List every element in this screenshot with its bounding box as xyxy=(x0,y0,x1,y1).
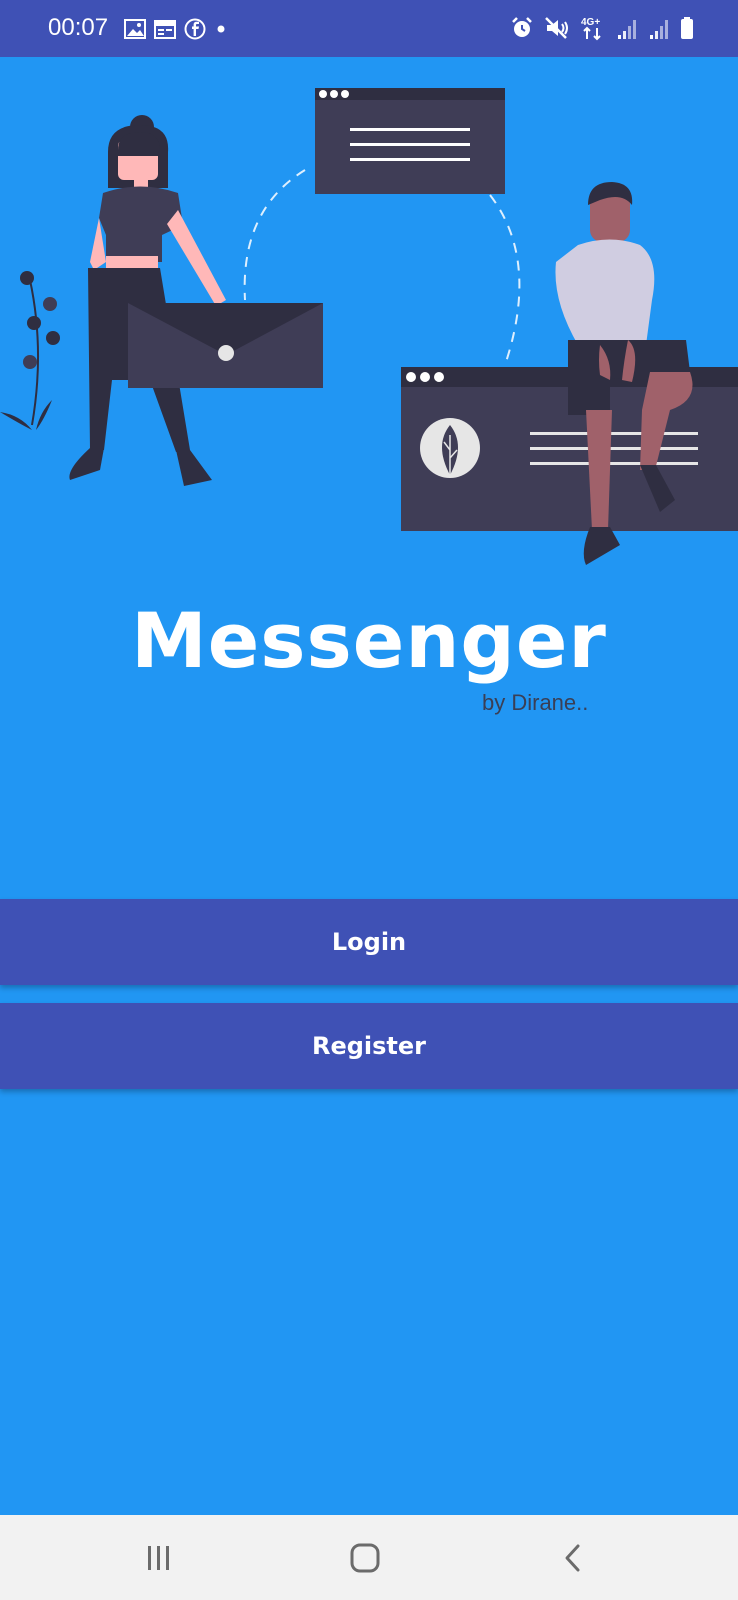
mute-icon xyxy=(545,17,568,39)
network-label: 4G+ xyxy=(581,17,600,28)
home-icon xyxy=(350,1543,380,1573)
status-bar: 00:07 4G+ xyxy=(0,0,738,57)
back-button[interactable] xyxy=(543,1537,603,1579)
envelope-illustration xyxy=(128,303,323,388)
alarm-icon xyxy=(512,17,532,37)
hero-illustration xyxy=(0,88,738,565)
battery-icon xyxy=(681,17,693,39)
dot-icon xyxy=(217,25,225,33)
plant-illustration xyxy=(0,271,60,430)
system-icons: 4G+ xyxy=(510,14,694,42)
app-subtitle: by Dirane.. xyxy=(482,690,589,715)
facebook-icon xyxy=(184,18,206,40)
back-icon xyxy=(565,1544,580,1572)
message-window-top xyxy=(315,88,505,194)
4g-icon: 4G+ xyxy=(581,17,601,41)
app-title: Messenger xyxy=(131,596,607,685)
notification-icons xyxy=(124,16,228,42)
home-button[interactable] xyxy=(335,1537,395,1579)
login-button[interactable]: Login xyxy=(0,899,738,985)
recents-button[interactable] xyxy=(129,1537,189,1579)
image-icon xyxy=(124,19,146,39)
woman-illustration xyxy=(69,115,226,486)
signal-icon xyxy=(618,20,636,39)
recents-icon xyxy=(148,1546,169,1570)
navigation-bar xyxy=(0,1515,738,1600)
status-time: 00:07 xyxy=(48,14,109,41)
signal-icon xyxy=(650,20,668,39)
calendar-icon xyxy=(154,20,176,39)
register-button[interactable]: Register xyxy=(0,1003,738,1089)
